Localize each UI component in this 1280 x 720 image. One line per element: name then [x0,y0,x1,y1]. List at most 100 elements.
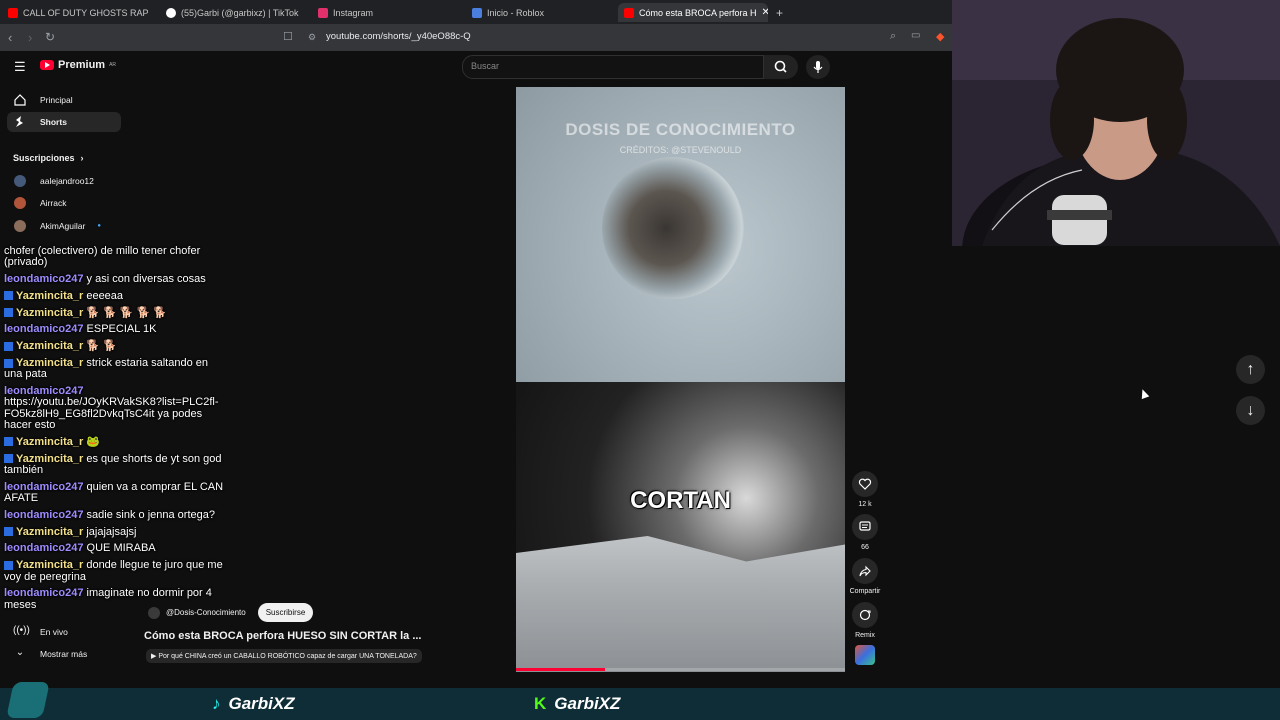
chat-badge-icon [4,308,13,318]
voice-search-button[interactable] [806,55,830,79]
chat-badge-icon [4,560,13,570]
close-tab-icon[interactable]: ✕ [762,7,768,18]
chat-message: Yazmincita_r 🐸 [4,435,228,448]
streamer-logo-icon [6,682,50,718]
browser-tab-3[interactable]: Instagram [318,3,438,22]
chat-username: Yazmincita_r [16,435,84,448]
subscription-item[interactable]: AkimAguilar ● [0,216,101,236]
browser-tab-active[interactable]: Cómo esta BROCA perfora H ✕ [618,3,768,22]
related-video-link[interactable]: ▶ Por qué CHINA creó un CABALLO ROBÓTICO… [146,649,422,663]
browser-tab-2[interactable]: (55)Garbi (@garbixz) | TikTok [166,3,301,22]
chat-badge-icon [4,341,13,351]
subscription-item[interactable]: Airrack [0,193,66,213]
video-title[interactable]: Cómo esta BROCA perfora HUESO SIN CORTAR… [144,630,421,642]
video-caption: CORTAN [630,487,731,514]
stream-bottom-bar: ♪ GarbiXZ K GarbiXZ [0,682,1280,720]
sidebar-subscriptions-header[interactable]: Suscripciones › [13,148,84,168]
subscribe-button[interactable]: Suscribirse [257,603,314,622]
chat-username: leondamico247 [4,480,84,493]
channel-thumbnail-icon[interactable] [855,645,875,665]
brave-shield-icon[interactable]: ◆ [936,30,944,43]
youtube-header: ☰ Premium AR Buscar [0,51,952,81]
kick-name: GarbiXZ [554,694,621,713]
like-count: 12 k [858,501,872,508]
bookmark-icon[interactable]: ☐ [283,30,293,43]
share-label: Compartir [849,588,881,595]
channel-row: @Dosis-Conocimiento Suscribirse [148,603,314,622]
chat-badge-icon [4,437,13,447]
sidebar-item-shorts[interactable]: Shorts [7,112,121,132]
chat-text: eeeeaa [86,289,124,302]
chat-username: leondamico247 [4,587,84,600]
sidebar-item-principal[interactable]: Principal [0,90,73,110]
previous-short-button[interactable]: ↑ [1236,355,1265,384]
channel-name[interactable]: @Dosis-Conocimiento [166,608,246,617]
chat-text: y asi con diversas cosas [86,273,206,286]
tab-label: (55)Garbi (@garbixz) | TikTok [181,7,299,18]
video-progress-fill [516,668,605,671]
search-button[interactable] [764,55,798,79]
share-button[interactable]: Compartir [850,558,880,595]
site-info-icon[interactable]: ⚙ [308,32,316,43]
shorts-video-player[interactable]: DOSIS DE CONOCIMIENTO CRÉDITOS: @STEVENO… [516,87,845,672]
chat-username: Yazmincita_r [16,340,84,353]
share-icon [859,565,871,577]
chat-text: chofer (colectivero) de millo tener chof… [4,245,201,269]
comments-button[interactable]: 66 [852,514,878,551]
search-icon [774,60,787,73]
remix-button[interactable]: Remix [852,602,878,639]
menu-icon[interactable]: ☰ [14,59,26,75]
url-field[interactable]: youtube.com/shorts/_y40eO88c-Q [326,31,471,42]
forward-icon[interactable]: › [28,30,32,45]
chat-message: Yazmincita_r 🐕 🐕 [4,341,228,352]
sidebar-item-label: Principal [40,95,73,105]
zoom-icon[interactable]: ⌕ [890,30,896,43]
chat-message: Yazmincita_r eeeeaa [4,289,228,302]
search-input[interactable]: Buscar [462,55,764,79]
sidebar-show-more[interactable]: ⌄ Mostrar más [0,644,87,664]
comment-count: 66 [861,544,869,551]
logo-text: Premium [58,59,106,71]
video-progress-bar[interactable] [516,668,845,671]
related-video-label: Por qué CHINA creó un CABALLO ROBÓTICO c… [158,653,417,660]
tab-label: Inicio - Roblox [487,7,545,18]
subscription-item[interactable]: aalejandroo12 [0,171,94,191]
video-frame-drill-hole: DOSIS DE CONOCIMIENTO CRÉDITOS: @STEVENO… [516,87,845,382]
search-placeholder: Buscar [471,61,500,71]
shorts-icon [16,116,23,127]
browser-tab-1[interactable]: CALL OF DUTY GHOSTS RAP | Zarcor [8,3,148,22]
chat-username: Yazmincita_r [16,525,84,538]
tiktok-favicon-icon [166,7,176,18]
chat-message: leondamico247 quien va a comprar EL CAN … [4,480,228,505]
chat-username: Yazmincita_r [16,306,84,319]
chat-message: leondamico247 ESPECIAL 1K [4,324,228,335]
chat-badge-icon [4,358,13,368]
chat-text: jajajajsajsj [86,525,137,538]
back-icon[interactable]: ‹ [8,30,12,45]
youtube-logo[interactable]: Premium AR [40,59,116,71]
chat-badge-icon [4,527,13,537]
tab-label: Cómo esta BROCA perfora H [639,7,757,18]
channel-avatar[interactable] [148,606,160,619]
browser-tab-4[interactable]: Inicio - Roblox [472,3,592,22]
chat-text: sadie sink o jenna ortega? [86,508,215,521]
new-tab-button[interactable]: + [776,3,783,22]
chat-text: https://youtu.be/JOyKRVakSK8?list=PLC2fl… [4,396,219,432]
live-icon: ((•)) [13,625,30,636]
browser-tab-bar: CALL OF DUTY GHOSTS RAP | Zarcor (55)Gar… [0,0,952,24]
sidebar-item-label: Mostrar más [40,649,88,659]
sidebar-item-envivo[interactable]: ((•)) En vivo [0,622,68,642]
chat-message: leondamico247 https://youtu.be/JOyKRVakS… [4,386,228,431]
chat-username: leondamico247 [4,508,84,521]
reload-icon[interactable]: ↻ [45,30,55,44]
stream-chat-overlay: chofer (colectivero) de millo tener chof… [4,245,228,616]
youtube-play-icon [40,60,54,70]
arrow-up-icon: ↑ [1246,360,1255,378]
chat-username: leondamico247 [4,542,84,555]
cast-icon[interactable]: ▭ [911,30,920,41]
chat-username: Yazmincita_r [16,289,84,302]
chat-message: Yazmincita_r strick estaria saltando en … [4,357,228,381]
next-short-button[interactable]: ↓ [1236,396,1265,425]
chat-username: Yazmincita_r [16,452,84,465]
like-button[interactable]: 12 k [852,471,878,508]
